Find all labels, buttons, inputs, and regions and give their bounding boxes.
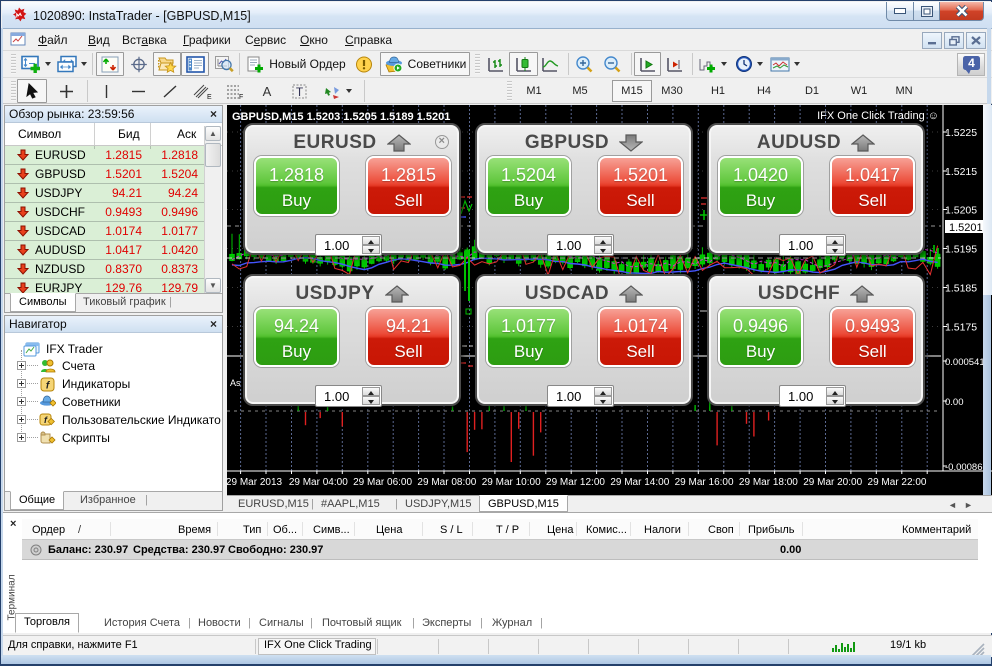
- svg-text:29 Mar 08:00: 29 Mar 08:00: [417, 477, 476, 488]
- svg-text:F: F: [239, 94, 243, 100]
- svg-text:0.000541: 0.000541: [945, 357, 985, 368]
- svg-text:29 Mar 20:00: 29 Mar 20:00: [803, 477, 862, 488]
- svg-text:0.00: 0.00: [945, 397, 964, 408]
- svg-text:GBPUSD,M15 1.5203 1.5205 1.51: GBPUSD,M15 1.5203 1.5205 1.5189 1.5201: [232, 111, 450, 123]
- svg-text:E: E: [207, 94, 212, 100]
- svg-text:29 Mar 04:00: 29 Mar 04:00: [289, 477, 348, 488]
- svg-text:29 Mar 14:00: 29 Mar 14:00: [610, 477, 669, 488]
- svg-text:29 Mar 06:00: 29 Mar 06:00: [353, 477, 412, 488]
- svg-text:1.5201: 1.5201: [949, 222, 983, 234]
- svg-text:1.5225: 1.5225: [945, 127, 977, 139]
- svg-text:1.5175: 1.5175: [945, 322, 977, 334]
- svg-text:1.5195: 1.5195: [945, 244, 977, 256]
- svg-text:A: A: [262, 84, 271, 99]
- svg-text:As: As: [230, 378, 241, 388]
- svg-text:1.5185: 1.5185: [945, 283, 977, 295]
- svg-text:29 Mar 2013: 29 Mar 2013: [227, 477, 283, 488]
- svg-text:1.5205: 1.5205: [945, 205, 977, 217]
- svg-text:IFX One Click Trading ☺: IFX One Click Trading ☺: [817, 110, 939, 122]
- svg-text:29 Mar 10:00: 29 Mar 10:00: [482, 477, 541, 488]
- svg-text:1.5215: 1.5215: [945, 166, 977, 178]
- svg-text:29 Mar 22:00: 29 Mar 22:00: [868, 477, 927, 488]
- svg-text:29 Mar 16:00: 29 Mar 16:00: [675, 477, 734, 488]
- svg-text:29 Mar 12:00: 29 Mar 12:00: [546, 477, 605, 488]
- svg-text:29 Mar 18:00: 29 Mar 18:00: [739, 477, 798, 488]
- svg-text:-0.00086: -0.00086: [945, 462, 983, 473]
- svg-text:T: T: [295, 85, 303, 99]
